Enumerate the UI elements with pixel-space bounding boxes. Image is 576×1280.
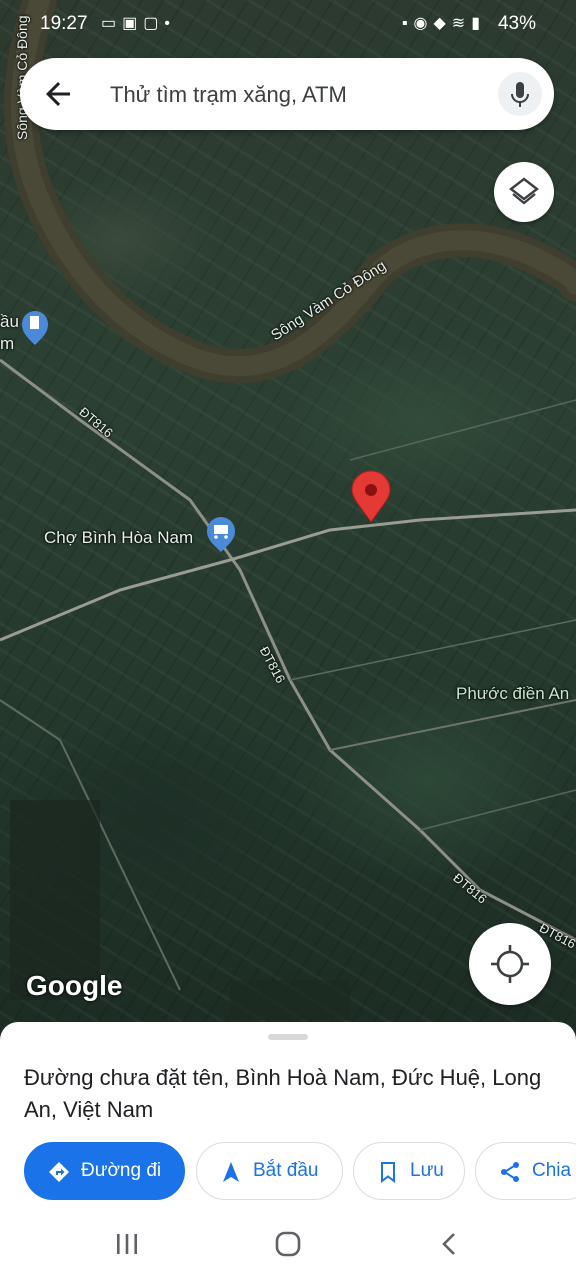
directions-button[interactable]: Đường đi <box>24 1142 185 1200</box>
lock-icon: ▪ <box>401 15 414 32</box>
gallery-icon: ▣ <box>122 15 144 32</box>
search-bar[interactable]: Thử tìm trạm xăng, ATM <box>20 58 554 130</box>
search-input[interactable]: Thử tìm trạm xăng, ATM <box>110 82 347 108</box>
edge-label-top: ầu <box>0 312 19 331</box>
start-label: Bắt đầu <box>253 1160 319 1181</box>
zalo-icon: ▢ <box>143 15 165 32</box>
alarm-icon: ◉ <box>413 15 434 32</box>
voice-search-button[interactable] <box>498 72 542 116</box>
home-icon[interactable] <box>274 1230 302 1258</box>
bookmark-icon <box>381 1162 395 1183</box>
wifi-icon: ≋ <box>451 15 472 32</box>
system-icons: ▪◉◆≋▮ <box>402 13 486 33</box>
google-logo: Google <box>26 970 123 1001</box>
notification-icons: ▭▣▢• <box>101 13 176 33</box>
market-label: Chợ Bình Hòa Nam <box>44 528 194 547</box>
message-icon: ▭ <box>101 15 123 32</box>
map-view[interactable]: Sông Vàm Cỏ Đông Sông Vàm Cỏ Đông ầu m C… <box>0 0 576 1040</box>
battery-level: 43% <box>497 13 536 34</box>
edge-label-bottom: m <box>0 334 15 353</box>
dot-icon: • <box>164 15 176 32</box>
signal-icon: ▮ <box>471 15 486 32</box>
share-button[interactable]: Chia <box>475 1142 576 1200</box>
share-icon <box>501 1162 519 1182</box>
back-arrow-icon[interactable] <box>40 76 76 112</box>
market-poi-icon[interactable] <box>207 517 235 552</box>
layers-button[interactable] <box>494 162 554 222</box>
save-label: Lưu <box>410 1160 444 1181</box>
drag-handle[interactable] <box>268 1034 308 1040</box>
recent-apps-icon[interactable] <box>114 1232 140 1256</box>
navigation-arrow-icon <box>223 1162 239 1182</box>
back-icon[interactable] <box>438 1231 462 1257</box>
status-time: 19:27 <box>40 13 88 34</box>
satellite-map[interactable] <box>0 0 576 1040</box>
my-location-button[interactable] <box>469 923 551 1005</box>
mic-icon <box>511 82 529 107</box>
status-bar: 19:27 ▭▣▢• ▪◉◆≋▮ 43% <box>0 0 576 48</box>
place-label: Phước điền An <box>456 684 570 703</box>
location-icon: ◆ <box>433 15 452 32</box>
directions-icon <box>49 1162 69 1182</box>
directions-label: Đường đi <box>81 1160 162 1181</box>
gas-station-poi-icon[interactable] <box>22 311 48 345</box>
share-label: Chia <box>532 1160 572 1181</box>
system-nav-bar <box>0 1210 576 1280</box>
crosshair-icon <box>491 945 529 983</box>
place-address: Đường chưa đặt tên, Bình Hoà Nam, Đức Hu… <box>24 1065 542 1122</box>
location-pin-icon[interactable] <box>351 470 391 523</box>
start-button[interactable]: Bắt đầu <box>196 1142 343 1200</box>
layers-icon <box>509 177 539 205</box>
save-button[interactable]: Lưu <box>353 1142 465 1200</box>
